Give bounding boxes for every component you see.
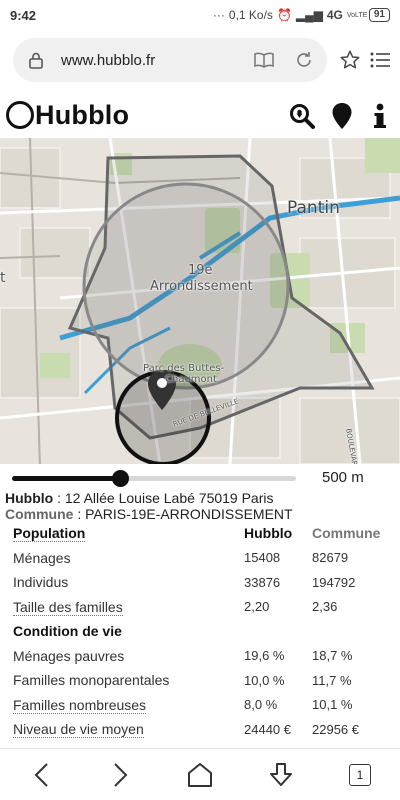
info-icon[interactable] <box>366 102 394 130</box>
population-heading[interactable]: Population <box>13 525 244 543</box>
map-label-pantin: Pantin <box>287 198 340 218</box>
lock-icon[interactable] <box>25 49 47 71</box>
table-row: Familles nombreuses 8,0 % 10,1 % <box>13 693 393 718</box>
row-label: Individus <box>13 574 69 591</box>
reader-mode-icon[interactable] <box>253 49 275 71</box>
row-commune-value: 2,36 <box>312 599 338 615</box>
row-label-tooltip[interactable]: Niveau de vie moyen <box>13 721 244 739</box>
address-key: Hubblo <box>5 490 54 506</box>
row-commune-value: 82679 <box>312 550 349 566</box>
download-icon[interactable] <box>266 760 296 790</box>
row-label: Ménages pauvres <box>13 647 125 664</box>
hubblo-logo[interactable]: Hubblo <box>6 98 129 132</box>
radius-slider[interactable] <box>12 476 296 481</box>
radius-slider-fill <box>12 476 120 481</box>
notification-dots: ··· <box>212 8 225 22</box>
radius-value: 500 m <box>322 469 364 486</box>
commune-line: Commune : PARIS-19E-ARRONDISSEMENT <box>5 506 395 522</box>
table-row: Familles monoparentales 10,0 % 11,7 % <box>13 668 393 693</box>
logo-text: Hubblo <box>35 99 130 130</box>
back-icon[interactable] <box>26 760 56 790</box>
row-commune-value: 10,1 % <box>312 697 353 713</box>
table-row: Taille des familles 2,20 2,36 <box>13 595 393 620</box>
commune-key: Commune <box>5 506 74 522</box>
row-label: Familles monoparentales <box>13 672 170 689</box>
stats-table: Population Hubblo Commune Ménages 15408 … <box>13 521 393 742</box>
url-text[interactable]: www.hubblo.fr <box>61 52 235 69</box>
map-label-arrondissement: Arrondissement <box>150 279 253 294</box>
table-row: Individus 33876 194792 <box>13 570 393 595</box>
row-hubblo-value: 10,0 % <box>244 672 285 688</box>
home-icon[interactable] <box>185 760 215 790</box>
map-view[interactable]: Pantin 19e Arrondissement Parc des Butte… <box>0 138 400 464</box>
browser-bottom-nav: 1 <box>0 748 400 800</box>
living-conditions-heading: Condition de vie <box>13 623 122 640</box>
table-header-row: Population Hubblo Commune <box>13 521 393 546</box>
row-commune-value: 22956 € <box>312 721 359 737</box>
row-commune-value: 194792 <box>312 574 356 590</box>
battery-indicator: 91 <box>368 8 390 22</box>
commune-column-header: Commune <box>312 525 381 542</box>
status-time: 9:42 <box>10 7 37 23</box>
browser-toolbar: www.hubblo.fr <box>0 30 400 92</box>
volte-badge: VoLTE <box>346 11 368 19</box>
row-hubblo-value: 8,0 % <box>244 697 278 713</box>
location-info: Hubblo : 12 Allée Louise Labé 75019 Pari… <box>5 490 395 522</box>
section-heading-row: Condition de vie <box>13 619 393 644</box>
address-line: Hubblo : 12 Allée Louise Labé 75019 Pari… <box>5 490 395 506</box>
signal-icon: ▂▄▆ <box>295 8 323 22</box>
search-location-icon[interactable] <box>288 102 316 130</box>
row-commune-value: 11,7 % <box>312 672 352 688</box>
map-label-park-line1: Parc des Buttes- <box>143 363 225 374</box>
reload-icon[interactable] <box>293 49 315 71</box>
row-hubblo-value: 2,20 <box>244 599 270 615</box>
row-commune-value: 18,7 % <box>312 648 353 664</box>
row-hubblo-value: 24440 € <box>244 721 291 737</box>
tabs-button[interactable]: 1 <box>345 760 375 790</box>
map-label-arrondissement-number: 19e <box>188 263 213 278</box>
row-label-tooltip[interactable]: Familles nombreuses <box>13 696 244 714</box>
radius-slider-row: 500 m <box>0 464 400 492</box>
bookmark-star-icon[interactable] <box>338 48 362 72</box>
app-header: Hubblo <box>0 92 400 138</box>
tabs-count: 1 <box>349 764 371 786</box>
table-row: Ménages pauvres 19,6 % 18,7 % <box>13 644 393 669</box>
hubblo-column-header: Hubblo <box>244 525 293 542</box>
table-row: Niveau de vie moyen 24440 € 22956 € <box>13 717 393 742</box>
network-type: 4G <box>326 8 343 22</box>
row-label-tooltip[interactable]: Taille des familles <box>13 598 244 616</box>
forward-icon[interactable] <box>106 760 136 790</box>
row-hubblo-value: 33876 <box>244 574 281 590</box>
map-label-park-line2: Chaumont <box>165 374 217 385</box>
status-bar: 9:42 ··· 0,1 Ko/s ⏰ ▂▄▆ 4G VoLTE 91 <box>0 0 400 30</box>
commune-value: : PARIS-19E-ARRONDISSEMENT <box>73 506 293 522</box>
address-value: : 12 Allée Louise Labé 75019 Paris <box>53 490 274 506</box>
row-hubblo-value: 15408 <box>244 550 281 566</box>
menu-icon[interactable] <box>368 48 392 72</box>
row-hubblo-value: 19,6 % <box>244 648 285 664</box>
table-row: Ménages 15408 82679 <box>13 546 393 571</box>
map-label-edge: t <box>0 270 6 286</box>
status-indicators: ··· 0,1 Ko/s ⏰ ▂▄▆ 4G VoLTE 91 <box>213 8 390 22</box>
logo-ring-icon <box>6 101 34 129</box>
radius-slider-thumb[interactable] <box>111 470 129 487</box>
address-bar[interactable]: www.hubblo.fr <box>13 38 327 82</box>
map-pin-icon[interactable] <box>328 102 356 130</box>
row-label: Ménages <box>13 549 71 566</box>
alarm-icon: ⏰ <box>276 8 292 22</box>
network-speed: 0,1 Ko/s <box>228 8 273 22</box>
